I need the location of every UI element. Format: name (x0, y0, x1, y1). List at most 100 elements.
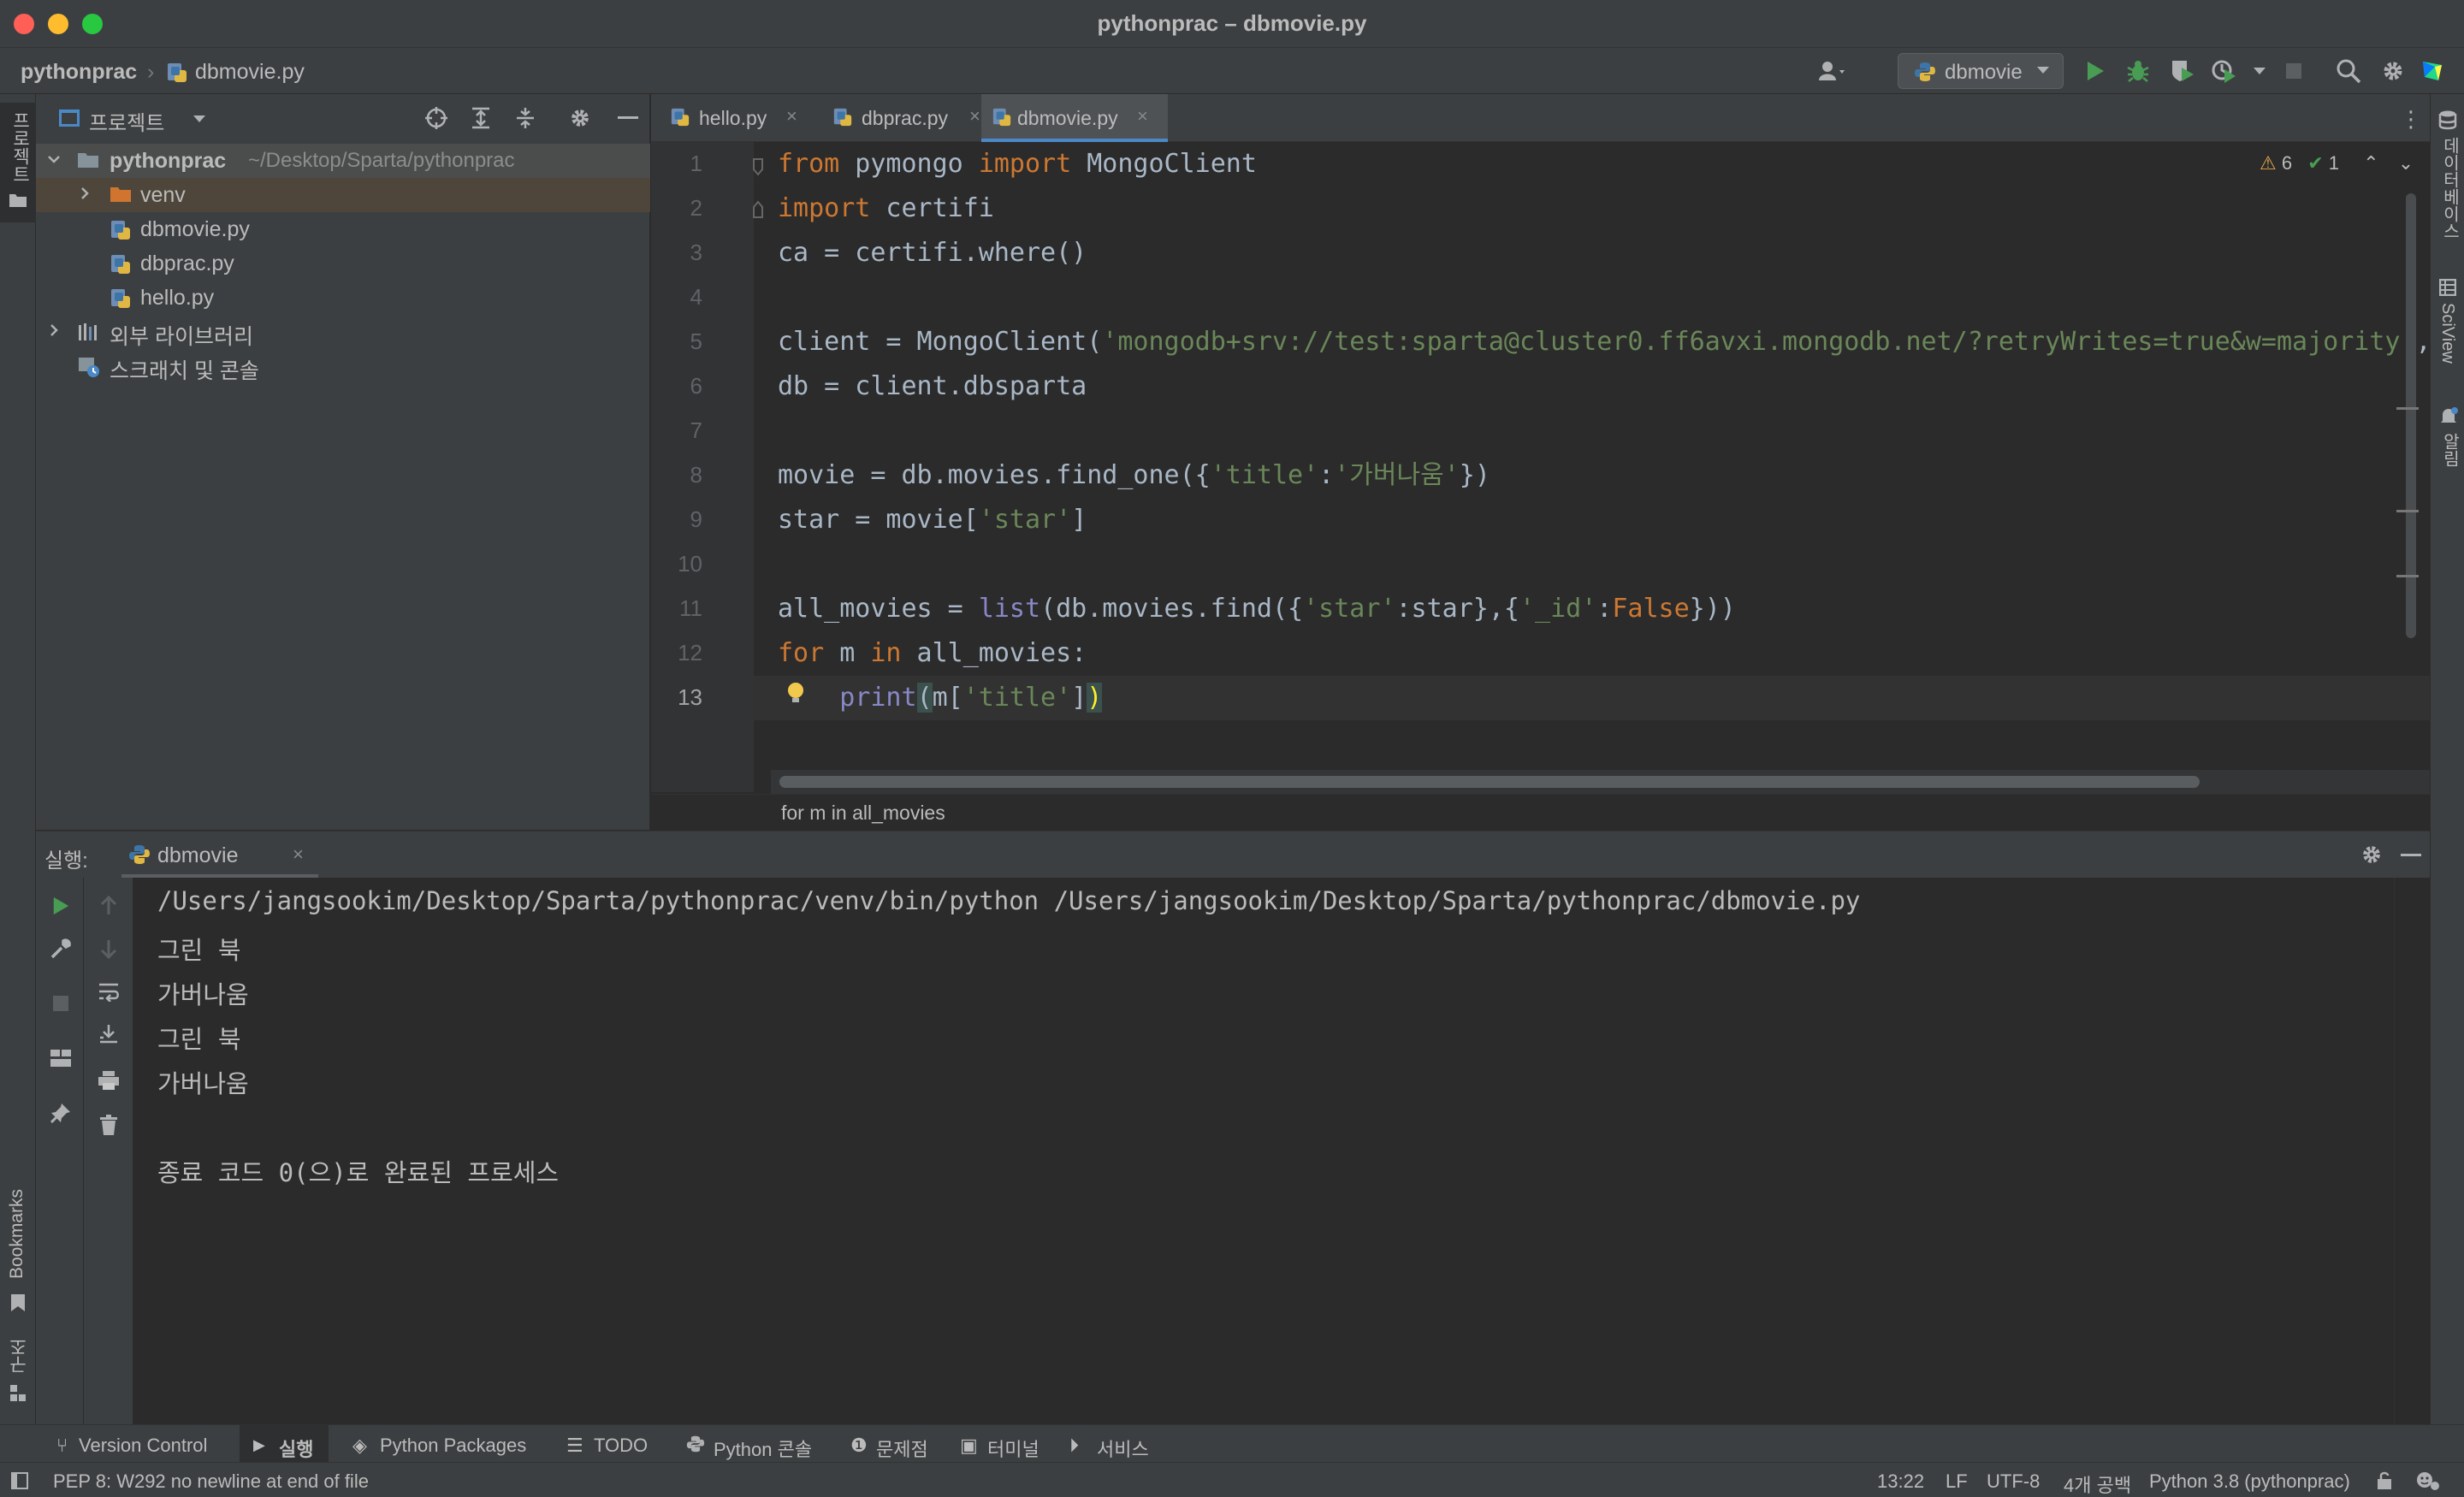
caret-position[interactable]: 13:22 (1877, 1470, 1924, 1493)
breadcrumb-file[interactable]: dbmovie.py (195, 60, 305, 85)
chevron-down-icon[interactable]: ⌄ (2398, 152, 2414, 174)
tool-tab-version-control[interactable]: ⑂ Version Control (46, 1425, 226, 1463)
chevron-up-icon[interactable]: ⌃ (2363, 152, 2378, 174)
pin-icon[interactable] (48, 1100, 74, 1126)
tab-dbmovie-py[interactable]: dbmovie.py × (981, 94, 1168, 142)
close-icon[interactable]: × (293, 843, 304, 866)
bookmarks-stripe-button[interactable]: Bookmarks 구조 (0, 1180, 36, 1420)
expand-all-icon[interactable] (469, 106, 493, 134)
python-interpreter[interactable]: Python 3.8 (pythonprac) (2149, 1470, 2350, 1493)
line-number-gutter: 1 2 3 4 5 6 7 8 9 10 11 12 13 (651, 142, 763, 792)
tree-item-scratches[interactable]: 스크래치 및 콘솔 (36, 349, 650, 383)
project-panel-title[interactable]: 프로젝트 (89, 106, 164, 136)
tool-tab-problems[interactable]: ❶ 문제점 (844, 1425, 946, 1463)
tool-tab-terminal[interactable]: ▣ 터미널 (953, 1425, 1056, 1463)
breadcrumb-project[interactable]: pythonprac (21, 60, 137, 85)
tool-tab-label: TODO (594, 1435, 649, 1456)
tree-item-external-libraries[interactable]: 외부 라이브러리 (36, 315, 650, 349)
layout-icon[interactable] (48, 1045, 74, 1071)
excluded-folder-icon (110, 185, 132, 210)
chevron-down-icon[interactable] (192, 113, 207, 129)
run-configuration-selector[interactable]: dbmovie (1898, 53, 2064, 89)
code-breadcrumb[interactable]: for m in all_movies (781, 802, 945, 825)
run-panel: 실행: dbmovie × /Users/jangsookim/Desktop/… (36, 831, 2430, 1425)
trash-icon[interactable] (96, 1112, 121, 1138)
tree-item-root[interactable]: pythonprac ~/Desktop/Sparta/pythonprac (36, 144, 650, 178)
debug-icon[interactable] (2123, 56, 2153, 86)
sciview-stripe-button[interactable]: SciView (2431, 275, 2464, 378)
tool-tab-python-console[interactable]: Python 콘솔 (676, 1425, 830, 1463)
jetbrains-logo-icon[interactable] (2418, 56, 2447, 86)
file-encoding[interactable]: UTF-8 (1987, 1470, 2040, 1493)
close-icon[interactable]: × (1137, 105, 1148, 127)
tool-tab-run[interactable]: ▶ 실행 (240, 1425, 329, 1463)
console-output[interactable]: /Users/jangsookim/Desktop/Sparta/pythonp… (133, 878, 2394, 1425)
rerun-icon[interactable] (48, 893, 74, 919)
coverage-icon[interactable] (2168, 56, 2197, 86)
fold-marker-icon[interactable] (752, 157, 764, 180)
locate-file-icon[interactable] (424, 106, 448, 134)
tab-dbprac-py[interactable]: dbprac.py × (822, 94, 1002, 142)
intention-bulb-icon[interactable] (786, 681, 805, 711)
scroll-to-end-icon[interactable] (96, 1021, 121, 1047)
python-icon (128, 843, 151, 870)
project-stripe-label: 프로젝트 (10, 111, 30, 183)
tool-tab-todo[interactable]: ☰ TODO (556, 1425, 659, 1463)
more-run-options-icon[interactable] (2245, 56, 2274, 86)
sciview-icon (2438, 278, 2457, 300)
tree-item-file[interactable]: dbmovie.py (36, 212, 650, 246)
lock-icon[interactable] (2375, 1470, 2394, 1495)
tree-item-file-label: hello.py (140, 286, 215, 310)
indent-setting[interactable]: 4개 공백 (2064, 1470, 2131, 1497)
python-file-icon (110, 287, 132, 316)
notifications-stripe-button[interactable]: 알림 (2431, 404, 2464, 489)
close-icon[interactable]: × (969, 105, 980, 127)
tree-item-file[interactable]: hello.py (36, 281, 650, 315)
stop-icon[interactable] (48, 991, 74, 1016)
run-icon[interactable] (2081, 56, 2110, 86)
chevron-right-icon[interactable] (46, 320, 62, 344)
profile-icon[interactable] (2209, 56, 2238, 86)
chevron-right-icon[interactable] (77, 183, 92, 207)
chevron-down-icon[interactable] (46, 149, 62, 173)
soft-wrap-icon[interactable] (96, 979, 121, 1004)
tab-hello-py[interactable]: hello.py × (660, 94, 822, 142)
run-tab-dbmovie[interactable]: dbmovie × (121, 831, 318, 878)
settings-icon[interactable] (2378, 56, 2408, 86)
status-message[interactable]: PEP 8: W292 no newline at end of file (53, 1470, 369, 1493)
tool-tab-services[interactable]: ⏵ 서비스 (1063, 1425, 1165, 1463)
gear-icon[interactable] (2360, 843, 2384, 871)
tree-item-root-label: pythonprac (110, 149, 227, 173)
tree-item-venv[interactable]: venv (36, 178, 650, 212)
gear-icon[interactable] (568, 106, 592, 134)
user-icon[interactable] (1819, 56, 1848, 86)
line-separator[interactable]: LF (1946, 1470, 1968, 1493)
tree-item-file[interactable]: dbprac.py (36, 246, 650, 281)
inspection-widget[interactable]: ⚠ 6 ✔ 1 ⌃ ⌄ (2260, 152, 2414, 175)
event-log-icon[interactable] (2414, 1470, 2440, 1496)
search-icon[interactable] (2334, 56, 2363, 86)
tool-tab-python-packages[interactable]: ◈ Python Packages (342, 1425, 539, 1463)
print-icon[interactable] (96, 1068, 121, 1093)
wrench-icon[interactable] (48, 936, 74, 962)
toggle-tool-windows-icon[interactable] (10, 1471, 29, 1494)
arrow-down-icon[interactable] (96, 936, 121, 962)
console-scroll-track[interactable] (2394, 878, 2430, 1425)
stop-icon[interactable] (2279, 56, 2308, 86)
services-icon: ⏵ (1069, 1435, 1080, 1456)
database-stripe-button[interactable]: 데이터베이스 (2431, 106, 2464, 260)
project-stripe-button[interactable]: 프로젝트 (0, 103, 36, 222)
collapse-all-icon[interactable] (513, 106, 537, 134)
close-icon[interactable]: × (786, 105, 797, 127)
hide-panel-icon[interactable] (618, 116, 638, 119)
fold-marker-icon[interactable] (752, 200, 764, 223)
arrow-up-icon[interactable] (96, 893, 121, 919)
folder-icon (77, 151, 99, 175)
more-tabs-icon[interactable]: ⋮ (2400, 106, 2422, 133)
horizontal-scrollbar[interactable] (779, 776, 2200, 788)
console-line: 종료 코드 0(으)로 완료된 프로세스 (157, 1158, 560, 1187)
hide-panel-icon[interactable] (2401, 854, 2421, 856)
vertical-scrollbar[interactable] (2406, 193, 2416, 638)
scratches-icon (77, 356, 101, 384)
notification-bell-icon (2439, 407, 2458, 430)
